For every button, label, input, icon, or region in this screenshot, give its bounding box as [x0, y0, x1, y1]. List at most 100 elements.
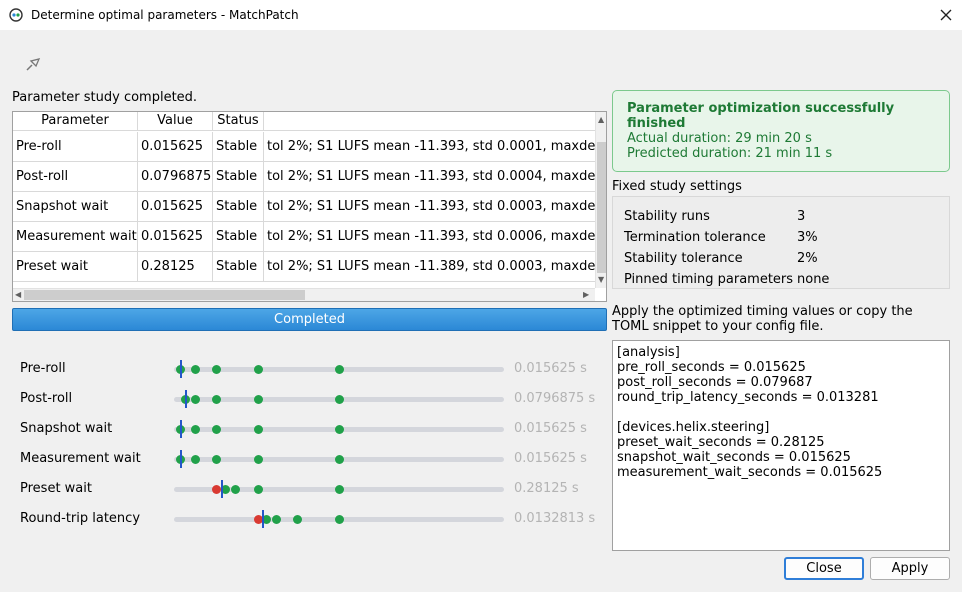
table-row[interactable]: Pre-roll 0.015625 Stable tol 2%; S1 LUFS…	[13, 132, 595, 162]
stable-point	[212, 455, 222, 464]
stable-point	[190, 455, 200, 464]
stable-point	[334, 515, 344, 524]
setting-key: Termination tolerance	[624, 230, 766, 245]
stable-point	[230, 485, 240, 494]
toml-line: [devices.helix.steering]	[617, 420, 770, 435]
cell-status: Stable	[213, 222, 264, 252]
close-button[interactable]: Close	[784, 557, 864, 580]
cell-status: Stable	[213, 132, 264, 162]
toml-line: measurement_wait_seconds = 0.015625	[617, 465, 883, 480]
vertical-scrollbar[interactable]: ▲ ▼	[595, 112, 606, 288]
toml-line: [analysis]	[617, 345, 680, 360]
cell-value: 0.015625	[138, 192, 213, 222]
scroll-up-icon[interactable]: ▲	[598, 115, 604, 125]
cell-details: tol 2%; S1 LUFS mean -11.393, std 0.0003…	[267, 199, 595, 214]
stable-point	[334, 425, 344, 434]
table-row[interactable]: Post-roll 0.0796875 Stable tol 2%; S1 LU…	[13, 162, 595, 192]
column-header-details[interactable]	[264, 112, 595, 131]
actual-duration: Actual duration: 29 min 20 s	[627, 131, 812, 146]
stable-point	[253, 395, 263, 404]
table-row[interactable]: Preset wait 0.28125 Stable tol 2%; S1 LU…	[13, 252, 595, 282]
column-header-status[interactable]: Status	[213, 112, 264, 131]
slider-value: 0.0132813 s	[514, 511, 596, 526]
stable-point	[253, 485, 263, 494]
slider-label: Preset wait	[20, 481, 92, 496]
cell-value: 0.015625	[138, 132, 213, 162]
optimal-value-marker	[179, 450, 182, 468]
cell-parameter: Measurement wait	[13, 222, 138, 252]
slider-value: 0.28125 s	[514, 481, 579, 496]
stable-point	[212, 425, 222, 434]
slider-value: 0.015625 s	[514, 451, 587, 466]
scroll-left-icon[interactable]: ◀	[15, 290, 21, 300]
cell-status: Stable	[213, 252, 264, 282]
title-bar: Determine optimal parameters - MatchPatc…	[0, 0, 962, 31]
toml-line: snapshot_wait_seconds = 0.015625	[617, 450, 851, 465]
slider-value: 0.0796875 s	[514, 391, 596, 406]
optimal-value-marker	[179, 420, 182, 438]
stable-point	[190, 425, 200, 434]
setting-key: Stability runs	[624, 209, 710, 224]
horizontal-scroll-thumb[interactable]	[24, 290, 305, 300]
predicted-duration: Predicted duration: 21 min 11 s	[627, 146, 833, 161]
cell-details: tol 2%; S1 LUFS mean -11.393, std 0.0006…	[267, 229, 595, 244]
results-table[interactable]: Parameter Value Status Pre-roll 0.015625…	[12, 111, 607, 302]
cell-status: Stable	[213, 192, 264, 222]
cell-parameter: Preset wait	[13, 252, 138, 282]
apply-button[interactable]: Apply	[870, 557, 950, 580]
cell-parameter: Post-roll	[13, 162, 138, 192]
cell-value: 0.015625	[138, 222, 213, 252]
cell-status: Stable	[213, 162, 264, 192]
stable-point	[293, 515, 303, 524]
vertical-scroll-thumb[interactable]	[597, 142, 606, 273]
cell-value: 0.28125	[138, 252, 213, 282]
setting-value: 3	[797, 209, 806, 224]
optimal-value-marker	[184, 390, 187, 408]
slider-value: 0.015625 s	[514, 421, 587, 436]
stable-point	[212, 395, 222, 404]
cell-details: tol 2%; S1 LUFS mean -11.389, std 0.0003…	[267, 259, 595, 274]
slider-label: Pre-roll	[20, 361, 66, 376]
scroll-right-icon[interactable]: ▶	[583, 290, 589, 300]
setting-value: 3%	[797, 230, 818, 245]
stable-point	[190, 395, 200, 404]
slider-label: Post-roll	[20, 391, 73, 406]
optimal-value-marker	[262, 510, 265, 528]
progress-bar: Completed	[12, 308, 607, 331]
app-icon	[9, 8, 23, 22]
cell-parameter: Pre-roll	[13, 132, 138, 162]
stable-point	[271, 515, 281, 524]
cell-parameter: Snapshot wait	[13, 192, 138, 222]
slider-label: Round-trip latency	[20, 511, 141, 526]
stable-point	[334, 395, 344, 404]
status-label: Parameter study completed.	[12, 90, 198, 105]
fixed-settings-box: Stability runs 3 Termination tolerance 3…	[612, 196, 950, 289]
optimal-value-marker	[179, 360, 182, 378]
success-banner: Parameter optimization successfully fini…	[612, 90, 950, 172]
scroll-down-icon[interactable]: ▼	[598, 275, 604, 285]
toml-snippet[interactable]: [analysis] pre_roll_seconds = 0.015625 p…	[612, 340, 950, 551]
toml-line: preset_wait_seconds = 0.28125	[617, 435, 825, 450]
setting-key: Stability tolerance	[624, 251, 743, 266]
close-icon[interactable]	[936, 5, 956, 25]
toml-line: round_trip_latency_seconds = 0.013281	[617, 390, 879, 405]
table-row[interactable]: Measurement wait 0.015625 Stable tol 2%;…	[13, 222, 595, 252]
slider-value: 0.015625 s	[514, 361, 587, 376]
column-header-parameter[interactable]: Parameter	[13, 112, 138, 131]
cell-details: tol 2%; S1 LUFS mean -11.393, std 0.0001…	[267, 139, 595, 154]
stable-point	[253, 455, 263, 464]
toml-line: pre_roll_seconds = 0.015625	[617, 360, 806, 375]
slider-label: Snapshot wait	[20, 421, 113, 436]
setting-key: Pinned timing parameters	[624, 272, 794, 287]
apply-instructions: Apply the optimized timing values or cop…	[612, 304, 913, 334]
stable-point	[334, 455, 344, 464]
column-header-value[interactable]: Value	[138, 112, 213, 131]
horizontal-scrollbar[interactable]: ◀ ▶	[13, 288, 595, 301]
stable-point	[253, 425, 263, 434]
pin-icon[interactable]	[24, 55, 42, 73]
table-header: Parameter Value Status	[13, 112, 595, 131]
table-row[interactable]: Snapshot wait 0.015625 Stable tol 2%; S1…	[13, 192, 595, 222]
toml-line	[617, 405, 945, 420]
toml-line: post_roll_seconds = 0.079687	[617, 375, 813, 390]
stable-point	[334, 365, 344, 374]
